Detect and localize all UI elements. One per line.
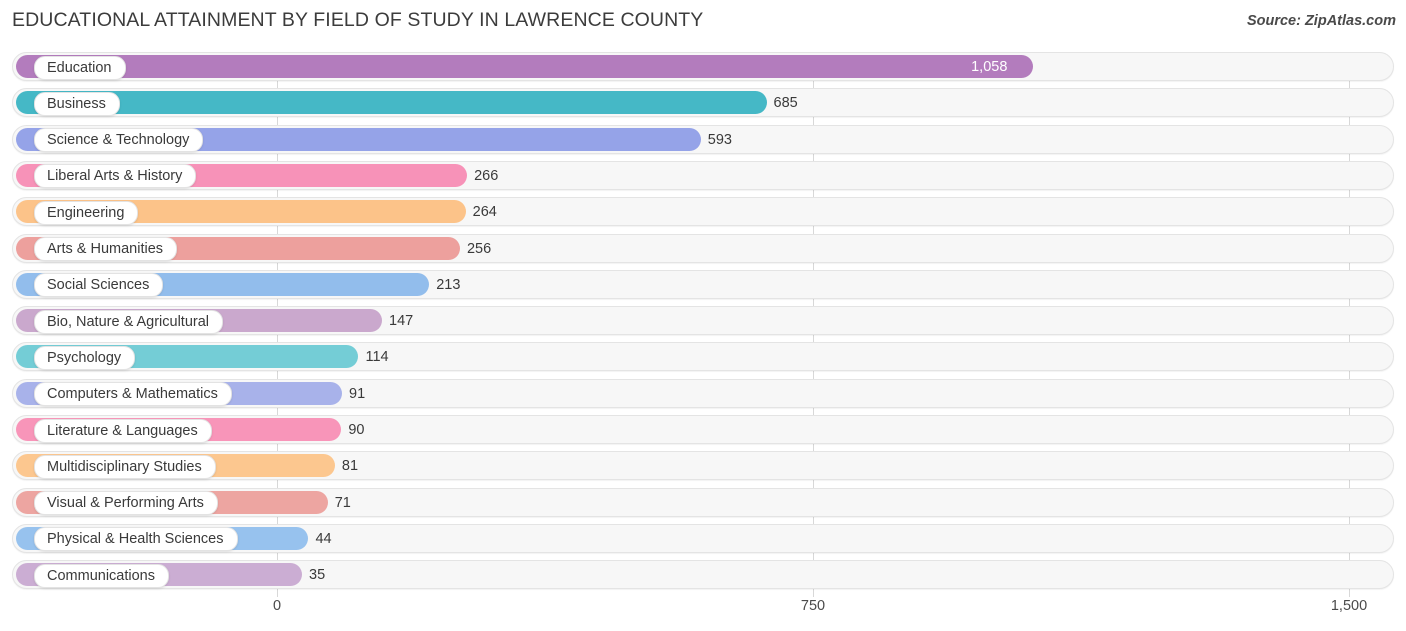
bar-value-label: 71 xyxy=(334,494,351,511)
category-label: Bio, Nature & Agricultural xyxy=(34,309,223,334)
bar-value-label: 213 xyxy=(436,276,461,293)
bar-business[interactable] xyxy=(16,91,767,115)
page-title: EDUCATIONAL ATTAINMENT BY FIELD OF STUDY… xyxy=(12,9,704,31)
table-row[interactable]: Visual & Performing Arts 71 xyxy=(12,487,1394,517)
category-label: Liberal Arts & History xyxy=(34,164,197,189)
axis-tick-label: 750 xyxy=(800,598,826,614)
bar-value-label: 44 xyxy=(315,530,332,547)
bar-value-label: 91 xyxy=(349,385,366,402)
table-row[interactable]: Arts & Humanities 256 xyxy=(12,233,1394,263)
source-attribution: Source: ZipAtlas.com xyxy=(1246,13,1396,29)
category-label: Psychology xyxy=(34,345,136,370)
table-row[interactable]: Engineering 264 xyxy=(12,197,1394,227)
table-row[interactable]: Science & Technology 593 xyxy=(12,124,1394,154)
bar-value-label: 685 xyxy=(773,95,798,112)
table-row[interactable]: Business 685 xyxy=(12,88,1394,118)
bar-value-label: 90 xyxy=(348,422,365,438)
bar-rows: Education 1,058 Business 685 Science & Techn… xyxy=(0,44,1406,597)
table-row[interactable]: Computers & Mathematics 91 xyxy=(12,378,1394,408)
bar-value-label: 81 xyxy=(341,458,359,475)
bar-value-label: 35 xyxy=(309,567,326,584)
category-label: Communications xyxy=(34,563,169,588)
table-row[interactable]: Social Sciences 213 xyxy=(12,269,1394,299)
axis-tick-label: 0 xyxy=(272,598,282,614)
bar-education[interactable] xyxy=(16,55,1034,78)
table-row[interactable]: Bio, Nature & Agricultural 147 xyxy=(12,306,1394,336)
bar-value-label: 114 xyxy=(365,349,389,366)
category-label: Social Sciences xyxy=(34,273,164,298)
table-row[interactable]: Multidisciplinary Studies 81 xyxy=(12,451,1394,481)
category-label: Physical & Health Sciences xyxy=(34,527,238,552)
plot-area: Education 1,058 Business 685 Science & Techn… xyxy=(0,44,1406,597)
axis-tick-label: 1,500 xyxy=(1330,598,1368,614)
chart-container: EDUCATIONAL ATTAINMENT BY FIELD OF STUDY… xyxy=(0,0,1406,631)
bar-value-label: 1,058 xyxy=(971,59,1008,75)
bar-value-label: 264 xyxy=(472,204,497,221)
chart-header: EDUCATIONAL ATTAINMENT BY FIELD OF STUDY… xyxy=(0,0,1406,44)
table-row[interactable]: Communications 35 xyxy=(12,560,1394,590)
category-label: Multidisciplinary Studies xyxy=(34,454,216,479)
table-row[interactable]: Physical & Health Sciences 44 xyxy=(12,523,1394,553)
table-row[interactable]: Psychology 114 xyxy=(12,342,1394,372)
category-label: Science & Technology xyxy=(34,128,204,153)
category-label: Computers & Mathematics xyxy=(34,382,232,407)
category-label: Literature & Languages xyxy=(34,418,212,443)
category-label: Visual & Performing Arts xyxy=(34,491,218,516)
bar-value-label: 266 xyxy=(474,167,499,184)
table-row[interactable]: Literature & Languages 90 xyxy=(12,415,1394,444)
category-label: Education xyxy=(34,55,126,80)
bar-value-label: 256 xyxy=(466,240,492,257)
category-label: Business xyxy=(34,91,120,116)
category-label: Arts & Humanities xyxy=(34,237,178,261)
table-row[interactable]: Liberal Arts & History 266 xyxy=(12,160,1394,190)
bar-value-label: 147 xyxy=(389,313,414,330)
category-label: Engineering xyxy=(34,200,139,225)
table-row[interactable]: Education 1,058 xyxy=(12,52,1394,81)
x-axis: 0 750 1,500 xyxy=(0,596,1406,631)
bar-value-label: 593 xyxy=(707,131,732,148)
